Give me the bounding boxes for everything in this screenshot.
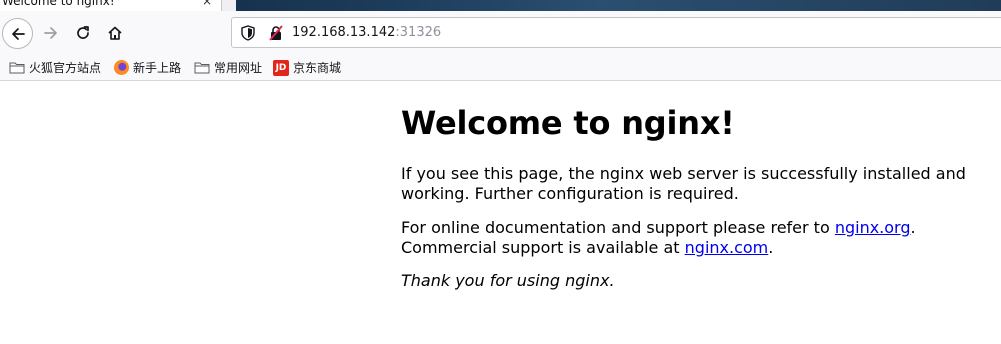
thank-you-text: Thank you for using nginx. [401,271,615,290]
support-line-2: Commercial support is available at nginx… [401,238,916,258]
jd-logo-icon: JD [273,59,289,76]
bookmark-label: 常用网址 [214,61,263,75]
home-button[interactable] [103,20,127,46]
url-port: :31326 [395,25,442,40]
url-text[interactable]: 192.168.13.142:31326 [292,24,441,42]
home-icon [108,26,122,40]
nginx-com-link[interactable]: nginx.com [685,238,769,257]
bookmark-firefox-official-site[interactable]: 火狐官方站点 [9,58,101,77]
forward-button[interactable] [39,20,63,46]
reload-icon [77,26,89,39]
support-suffix-2: . [768,238,774,257]
support-line-1: For online documentation and support ple… [401,218,916,238]
nginx-org-link[interactable]: nginx.org [835,218,911,237]
page-title: Welcome to nginx! [401,104,735,142]
forward-arrow-icon [44,27,57,39]
firefox-icon [114,60,129,75]
bookmark-getting-started[interactable]: 新手上路 [114,58,181,77]
intro-paragraph: If you see this page, the nginx web serv… [401,164,966,204]
bookmark-label: 新手上路 [133,61,182,75]
tab-close-icon[interactable]: × [199,0,215,11]
tracking-shield-icon[interactable] [241,25,255,41]
support-text-1: For online documentation and support ple… [401,218,835,237]
folder-icon [194,62,210,74]
intro-line-1: If you see this page, the nginx web serv… [401,164,966,183]
back-button[interactable] [2,18,33,49]
reload-button[interactable] [71,20,95,46]
support-text-2: Commercial support is available at [401,238,685,257]
tab-strip: Welcome to nginx! × [0,0,1001,11]
back-arrow-icon [11,27,25,40]
url-host: 192.168.13.142 [292,25,396,40]
insecure-lock-icon[interactable] [268,25,284,41]
bookmark-common-sites[interactable]: 常用网址 [194,58,262,77]
intro-line-2: working. Further configuration is requir… [401,184,739,203]
bookmark-jd-mall[interactable]: JD 京东商城 [273,58,341,77]
navigation-toolbar: 192.168.13.142:31326 [0,11,1001,54]
tab-title: Welcome to nginx! [2,0,115,8]
support-paragraph: For online documentation and support ple… [401,218,916,258]
bookmark-label: 京东商城 [293,61,342,75]
bookmark-label: 火狐官方站点 [29,61,102,75]
tab-separator [222,0,236,11]
tab-active[interactable]: Welcome to nginx! [0,0,222,11]
url-bar[interactable]: 192.168.13.142:31326 [231,17,1001,48]
folder-icon [9,62,25,74]
support-suffix-1: . [910,218,916,237]
bookmarks-toolbar: 火狐官方站点 新手上路 常用网址 JD 京东商城 [0,54,1001,81]
